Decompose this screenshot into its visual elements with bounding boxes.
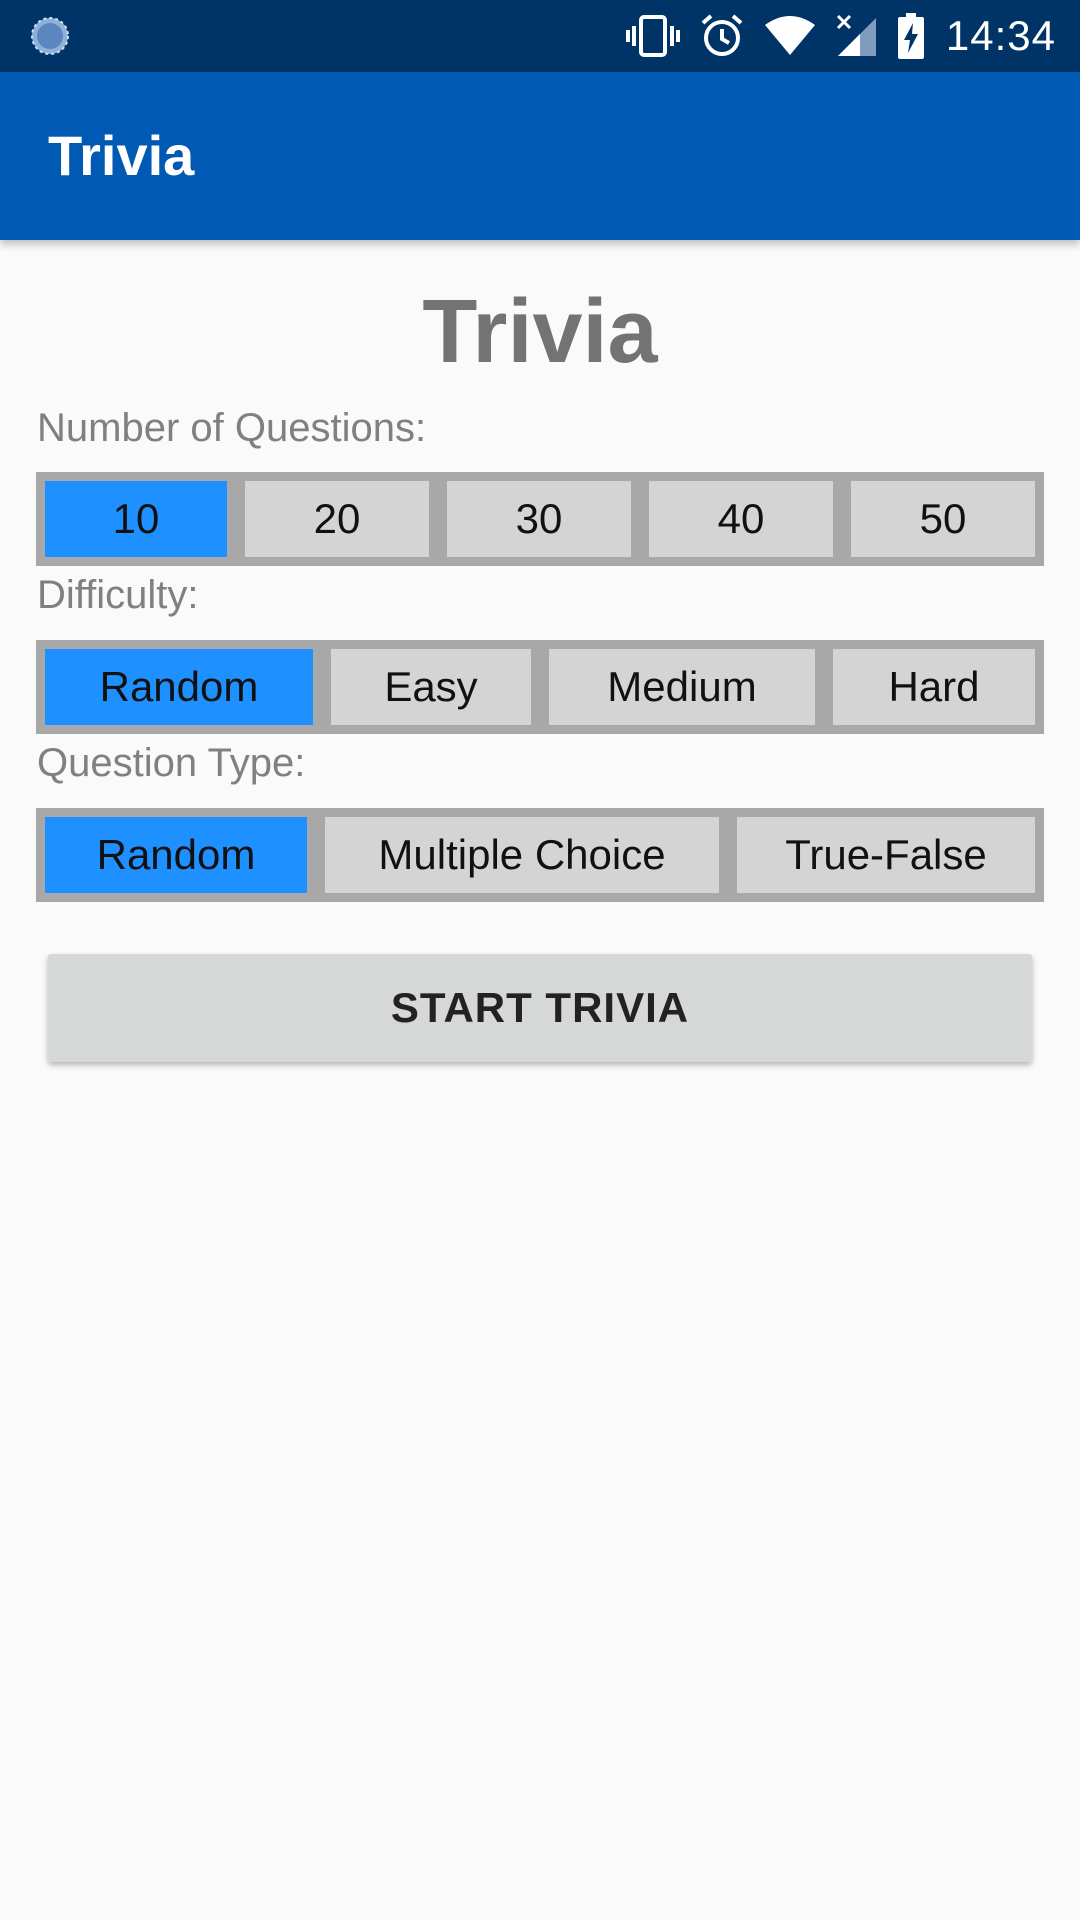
wifi-icon — [764, 15, 816, 57]
app-bar-title: Trivia — [48, 124, 195, 187]
questions-option-20[interactable]: 20 — [245, 481, 429, 557]
app-bar: Trivia — [0, 72, 1080, 240]
status-bar: 14:34 — [0, 0, 1080, 72]
question-type-option-random[interactable]: Random — [45, 817, 307, 893]
cell-signal-icon — [836, 14, 878, 58]
status-icons: 14:34 — [606, 0, 1056, 72]
number-of-questions-selector: 10 20 30 40 50 — [36, 472, 1044, 566]
question-type-label: Question Type: — [37, 741, 306, 785]
question-type-selector: Random Multiple Choice True-False — [36, 808, 1044, 902]
difficulty-selector: Random Easy Medium Hard — [36, 640, 1044, 734]
questions-option-40[interactable]: 40 — [649, 481, 833, 557]
status-time: 14:34 — [945, 12, 1056, 59]
alarm-icon — [700, 14, 744, 58]
difficulty-option-medium[interactable]: Medium — [549, 649, 815, 725]
vibrate-icon — [625, 14, 680, 58]
questions-option-50[interactable]: 50 — [851, 481, 1035, 557]
difficulty-option-hard[interactable]: Hard — [833, 649, 1035, 725]
loading-spinner-icon — [30, 16, 70, 56]
question-type-option-true-false[interactable]: True-False — [737, 817, 1035, 893]
difficulty-option-easy[interactable]: Easy — [331, 649, 531, 725]
page-title: Trivia — [422, 282, 658, 382]
difficulty-label: Difficulty: — [37, 573, 199, 617]
questions-option-10[interactable]: 10 — [45, 481, 227, 557]
number-of-questions-label: Number of Questions: — [37, 406, 427, 450]
difficulty-option-random[interactable]: Random — [45, 649, 313, 725]
start-trivia-button[interactable]: START TRIVIA — [48, 954, 1032, 1062]
battery-charging-icon — [897, 13, 924, 59]
question-type-option-multiple-choice[interactable]: Multiple Choice — [325, 817, 719, 893]
questions-option-30[interactable]: 30 — [447, 481, 631, 557]
